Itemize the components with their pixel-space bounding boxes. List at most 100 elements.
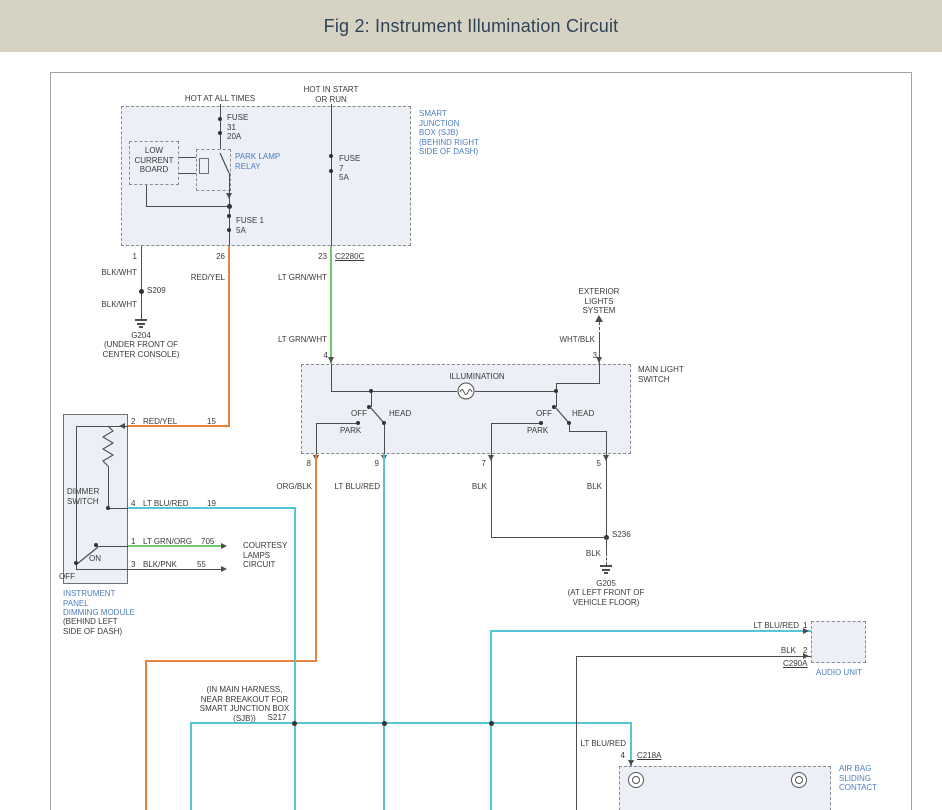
offpage-arrow-up-icon — [595, 315, 603, 322]
exterior-lights-system-label: EXTERIOR LIGHTS SYSTEM — [559, 287, 639, 316]
dimmer-wire — [108, 466, 109, 508]
airbag-pin-4: 4 — [605, 751, 625, 761]
airbag-label: AIR BAG SLIDING CONTACT — [839, 764, 909, 793]
wire-lt-grn-org — [128, 545, 221, 547]
dimming-module-label: INSTRUMENT PANEL DIMMING MODULE — [63, 589, 148, 618]
splice-s217-label: S217 — [247, 713, 307, 723]
sjb-pin-26: 26 — [197, 252, 225, 262]
wire-lcb-relay-a — [179, 157, 196, 158]
flow-arrow-right-icon — [803, 628, 809, 634]
courtesy-lamps-label: COURTESY LAMPS CIRCUIT — [243, 541, 295, 570]
sjb-pin-23: 23 — [299, 252, 327, 262]
switch-pivot-dot — [74, 561, 78, 565]
mls-pin-5: 5 — [577, 459, 601, 469]
flow-arrow-down-icon — [596, 357, 602, 363]
mls-wire — [316, 423, 358, 424]
audio-wire-1-label: LT BLU/RED — [739, 621, 799, 631]
wire-blk-pin7-across — [491, 537, 607, 538]
red-yel-label: RED/YEL — [165, 273, 225, 283]
wire-dashed-link — [599, 322, 600, 335]
ground-g205-icon — [604, 572, 608, 574]
mls-wire — [556, 383, 600, 384]
junction-dot — [554, 389, 558, 393]
wire-audio-branch-down — [490, 630, 492, 810]
fuse31-terminal-bottom — [218, 131, 222, 135]
left-head-label: HEAD — [389, 409, 423, 419]
audio-unit-box — [811, 621, 866, 663]
mls-wire — [491, 423, 543, 424]
mls-pin-7: 7 — [462, 459, 486, 469]
blk-label: BLK — [449, 482, 487, 492]
connector-c2280c: C2280C — [335, 252, 371, 262]
rheostat-resistor-icon — [103, 426, 113, 466]
org-blk-label: ORG/BLK — [252, 482, 312, 492]
relay-coil-symbol — [199, 158, 209, 174]
junction-dot — [369, 389, 373, 393]
splice-s209-label: S209 — [147, 286, 177, 296]
mls-wire — [599, 364, 600, 383]
fuse1-label: FUSE 1 5A — [236, 216, 276, 235]
wire-lcb-across — [146, 206, 230, 207]
connector-c218a: C218A — [637, 751, 669, 761]
ground-g204-location: (UNDER FRONT OF CENTER CONSOLE) — [81, 340, 201, 359]
ground-g205-icon — [600, 565, 612, 567]
switch-contact-dot — [539, 421, 543, 425]
wire-lt-blu-red-dimmer — [128, 507, 296, 509]
fuse1-terminal-top — [227, 214, 231, 218]
mls-pin-4: 4 — [304, 351, 328, 361]
sjb-label: SMART JUNCTION BOX (SJB) (BEHIND RIGHT S… — [419, 109, 509, 157]
blk-wht-upper-label: BLK/WHT — [77, 268, 137, 278]
illumination-lamp-icon — [457, 382, 475, 400]
ground-g204-icon — [139, 326, 143, 328]
wire-lt-blu-red-pin9 — [383, 454, 385, 810]
mls-wire — [491, 423, 492, 454]
mls-wire — [569, 431, 607, 432]
ground-g204-icon — [137, 323, 145, 325]
blk-ground-label: BLK — [556, 549, 601, 559]
wire-org-blk-down — [145, 660, 147, 810]
main-light-switch-label: MAIN LIGHT SWITCH — [638, 365, 708, 384]
dimmer-circuit-15: 15 — [207, 417, 227, 427]
low-current-board-label: LOW CURRENT BOARD — [130, 146, 178, 175]
mls-wire — [331, 364, 332, 391]
wire-fuse31-feed — [220, 104, 221, 149]
flow-arrow-down-icon — [226, 193, 232, 199]
hot-in-start-or-run-label: HOT IN START OR RUN — [281, 85, 381, 104]
wire-fuse7-branch — [331, 104, 332, 246]
wire-org-blk-vertical — [315, 454, 317, 662]
wire-blk-wht — [141, 246, 142, 319]
wire-blk-pnk — [128, 569, 221, 570]
wire-blk-to-g205 — [606, 537, 607, 553]
figure-title-bar: Fig 2: Instrument Illumination Circuit — [0, 0, 942, 52]
dimmer-off-label: OFF — [59, 572, 85, 582]
left-off-label: OFF — [335, 409, 367, 419]
mls-wire — [569, 423, 570, 431]
flow-arrow-right-icon — [803, 653, 809, 659]
switch-contact-dot — [94, 543, 98, 547]
mls-pin-3: 3 — [573, 351, 597, 361]
wire-lt-grn-wht — [330, 246, 332, 365]
wire-red-yel-vertical — [228, 246, 230, 427]
wire-bus-drop — [190, 722, 192, 810]
mls-pin-8: 8 — [287, 459, 311, 469]
figure-title: Fig 2: Instrument Illumination Circuit — [324, 16, 619, 37]
fuse7-terminal-top — [329, 154, 333, 158]
fuse31-label: FUSE 31 20A — [227, 113, 257, 142]
mls-pin-9: 9 — [355, 459, 379, 469]
switch-contact-dot — [356, 421, 360, 425]
flow-arrow-left-icon — [119, 423, 125, 429]
dimmer-wire — [108, 508, 128, 509]
wire-blk-pin7 — [491, 454, 492, 538]
ground-g204-icon — [135, 319, 147, 321]
dimmer-wire-2: RED/YEL — [143, 417, 195, 427]
offpage-arrow-right-icon — [221, 543, 227, 549]
junction-dot — [227, 204, 232, 209]
right-head-label: HEAD — [572, 409, 606, 419]
dimmer-wire — [76, 569, 128, 570]
wire-relay-to-fuse1 — [229, 191, 230, 246]
fuse1-terminal-bottom — [227, 228, 231, 232]
right-off-label: OFF — [518, 409, 552, 419]
dimmer-switch-label: DIMMER SWITCH — [67, 487, 117, 506]
wire-org-blk-horizontal — [145, 660, 317, 662]
mls-wire — [316, 423, 317, 454]
